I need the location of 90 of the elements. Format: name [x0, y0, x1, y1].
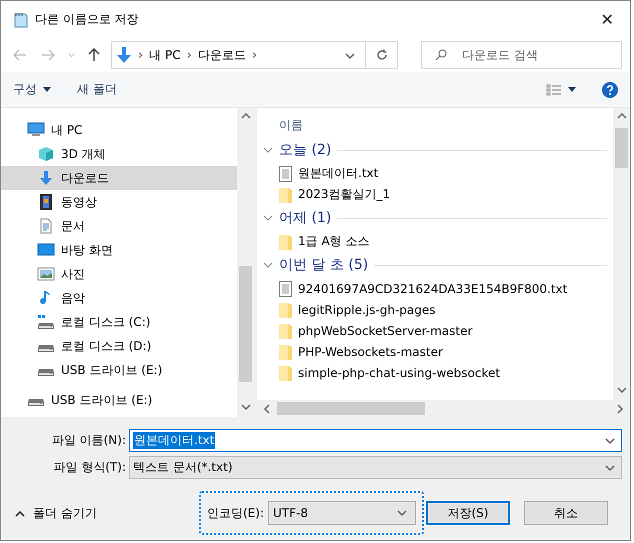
chevron-down-icon — [345, 53, 355, 59]
breadcrumb-separator: › — [138, 48, 144, 62]
folder-icon — [279, 344, 292, 360]
nav-item[interactable]: 사진 — [1, 262, 237, 286]
nav-item[interactable]: 내 PC — [1, 118, 237, 142]
field-label: 파일 형식(T): — [52, 459, 127, 476]
file-name[interactable]: simple-php-chat-using-websocket — [298, 366, 500, 380]
folder-icon — [279, 234, 292, 250]
breadcrumb-separator: › — [252, 48, 258, 62]
new-folder-button[interactable]: 새 폴더 — [77, 81, 117, 98]
drive-icon — [27, 399, 45, 406]
scrollbar-thumb[interactable] — [277, 402, 425, 415]
drive-icon — [37, 345, 55, 352]
address-bar[interactable]: › 내 PC › 다운로드 › — [111, 41, 366, 69]
view-menu[interactable] — [546, 84, 576, 96]
text-file-icon — [279, 166, 292, 182]
nav-item[interactable]: 로컬 디스크 (D:) — [1, 334, 237, 358]
download-icon — [116, 46, 132, 64]
nav-item[interactable]: 3D 개체 — [1, 142, 237, 166]
cube-icon — [37, 146, 55, 162]
forward-arrow-icon — [41, 49, 55, 61]
refresh-button[interactable] — [366, 41, 398, 69]
back-arrow-icon — [13, 49, 27, 61]
caret-icon — [43, 87, 51, 92]
cancel-button[interactable]: 취소 — [524, 501, 608, 525]
folder-icon — [279, 302, 292, 318]
scrollbar[interactable] — [237, 108, 254, 417]
chevron-down-icon — [68, 52, 74, 58]
nav-item[interactable]: 동영상 — [1, 190, 237, 214]
group-header: 오늘 (2) — [279, 141, 332, 159]
group-header: 이번 달 초 (5) — [279, 256, 368, 274]
notepad-icon — [13, 12, 29, 28]
file-name[interactable]: 92401697A9CD321624DA33E154B9F800.txt — [298, 282, 568, 296]
scrollbar-thumb[interactable] — [615, 128, 628, 168]
nav-item[interactable]: USB 드라이브 (E:) — [1, 358, 237, 382]
computer-icon — [27, 122, 45, 138]
hide-folders-button[interactable]: 폴더 숨기기 — [15, 504, 97, 522]
nav-item[interactable]: 다운로드 — [1, 166, 237, 190]
breadcrumb[interactable]: 내 PC — [149, 46, 181, 64]
folder-icon — [279, 364, 292, 380]
field-label: 인코딩(E): — [207, 504, 264, 522]
photo-icon — [37, 266, 55, 282]
drive-icon — [37, 369, 55, 376]
chevron-down-icon — [605, 438, 615, 444]
window-title: 다른 이름으로 저장 — [35, 11, 140, 28]
file-name[interactable]: 원본데이터.txt — [298, 165, 378, 182]
file-name[interactable]: 2023컴활실기_1 — [298, 186, 390, 203]
save-button[interactable]: 저장(S) — [426, 501, 510, 525]
refresh-icon — [376, 49, 388, 61]
nav-item[interactable]: 문서 — [1, 214, 237, 238]
film-icon — [37, 194, 55, 210]
up-arrow-icon — [88, 48, 100, 62]
chevron-down-icon — [605, 464, 615, 470]
nav-item[interactable]: 바탕 화면 — [1, 238, 237, 262]
chevron-down-icon[interactable] — [263, 145, 273, 155]
close-button[interactable]: ✕ — [584, 1, 630, 38]
desktop-icon — [37, 242, 55, 258]
folder-icon — [279, 322, 292, 338]
group-header: 어제 (1) — [279, 209, 332, 227]
field-label: 파일 이름(N): — [50, 432, 127, 449]
nav-item[interactable]: 로컬 디스크 (C:) — [1, 310, 237, 334]
breadcrumb-separator: › — [186, 48, 192, 62]
nav-item[interactable]: 음악 — [1, 286, 237, 310]
chevron-down-icon[interactable] — [263, 260, 273, 270]
caret-icon — [568, 87, 576, 92]
scrollbar[interactable] — [613, 108, 630, 400]
list-view-icon — [546, 84, 562, 96]
organize-menu[interactable]: 구성 — [13, 81, 51, 98]
folder-icon — [279, 186, 292, 202]
chevron-up-icon — [15, 510, 25, 516]
file-name[interactable]: PHP-Websockets-master — [298, 344, 443, 358]
chevron-down-icon — [397, 510, 407, 516]
file-name[interactable]: 1급 A형 소스 — [298, 233, 370, 250]
encoding-dropdown[interactable]: UTF-8 — [268, 501, 416, 525]
help-icon — [602, 82, 618, 98]
nav-item[interactable]: USB 드라이브 (E:) — [1, 388, 237, 412]
file-name[interactable]: legitRipple.js-gh-pages — [298, 302, 436, 316]
scrollbar-thumb[interactable] — [239, 266, 252, 382]
drive-icon — [37, 314, 55, 330]
search-field[interactable]: 다운로드 검색 — [421, 41, 622, 69]
column-header[interactable]: 이름 — [263, 113, 607, 137]
filename-field[interactable]: 원본데이터.txt — [129, 429, 622, 452]
chevron-down-icon[interactable] — [263, 213, 273, 223]
help-button[interactable] — [602, 82, 618, 98]
file-name[interactable]: phpWebSocketServer-master — [298, 324, 472, 338]
breadcrumb[interactable]: 다운로드 — [198, 46, 246, 64]
file-type-dropdown[interactable]: 텍스트 문서(*.txt) — [129, 456, 622, 479]
search-icon — [435, 49, 447, 61]
download-icon — [37, 170, 55, 186]
text-file-icon — [279, 280, 292, 296]
